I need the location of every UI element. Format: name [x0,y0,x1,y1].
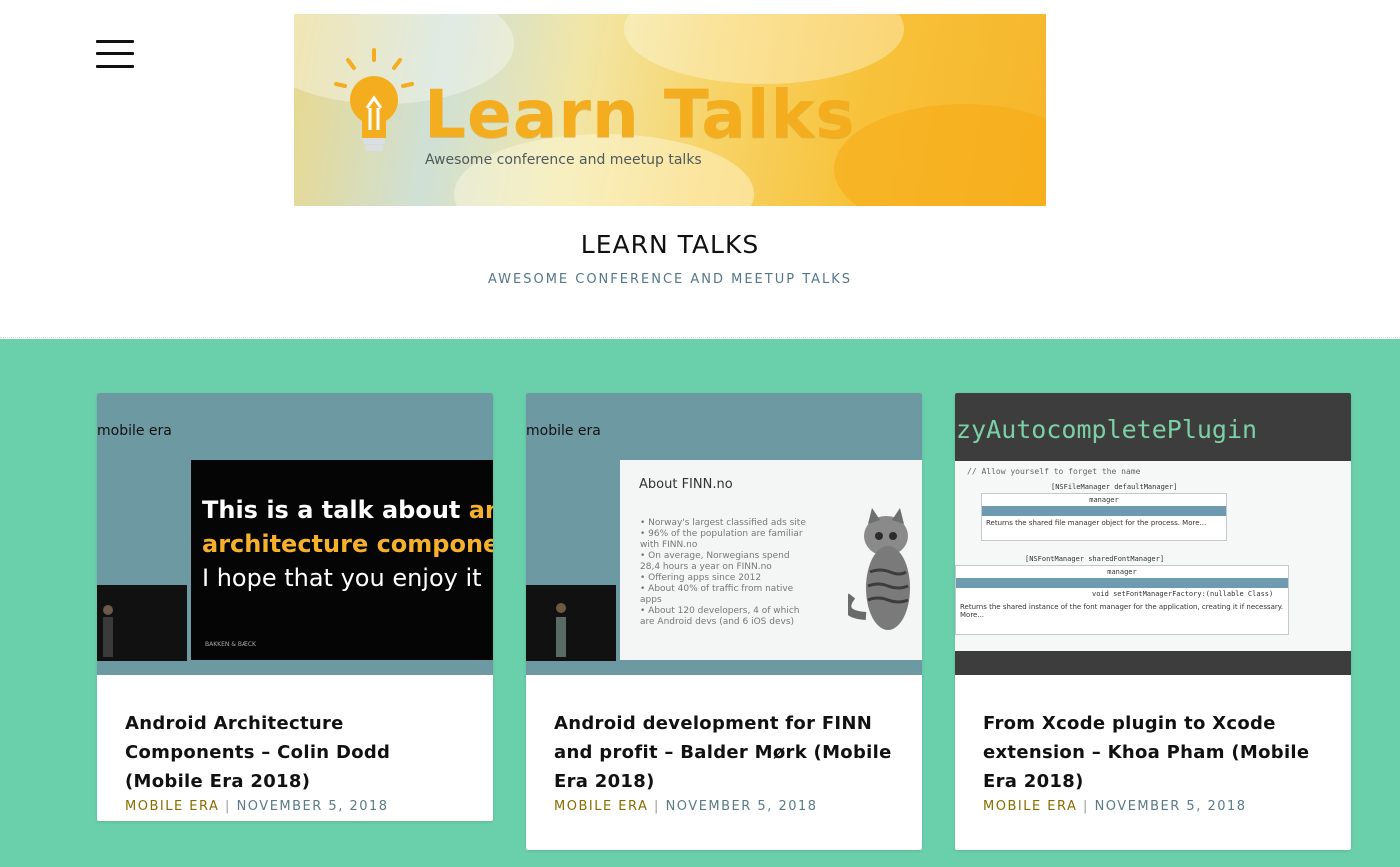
autocomplete-row: void setFontManagerFactory:(nullable Cla… [1092,590,1274,598]
slide-line-1: This is a talk about [202,496,469,524]
site-tagline: AWESOME CONFERENCE AND MEETUP TALKS [487,272,853,287]
meta-separator: | [1083,799,1089,814]
site-header: Learn Talks Awesome conference and meetu… [0,0,1400,338]
slide-bullet: • On average, Norwegians spend 28,4 hour… [640,551,790,572]
post-card-body: From Xcode plugin to Xcode extension – K… [955,675,1351,814]
banner-logo-text: Learn Talks [424,76,856,153]
autocomplete-description: Returns the shared instance of the font … [960,603,1284,619]
cat-image [848,508,910,630]
meta-separator: | [225,799,231,814]
post-card[interactable]: zzyAutocompletePlugin // Allow yourself … [955,393,1351,850]
post-meta: MOBILE ERA | NOVEMBER 5, 2018 [125,799,465,814]
post-category-link[interactable]: MOBILE ERA [983,799,1077,814]
autocomplete-header: manager [1089,496,1119,504]
banner-cloud [624,14,904,84]
code-comment: // Allow yourself to forget the name [967,467,1141,476]
speaker-body [103,617,113,657]
post-card-body: Android development for FINN and profit … [526,675,922,814]
post-category-link[interactable]: MOBILE ERA [554,799,648,814]
post-card[interactable]: mobile era About FINN.no • Norway's larg… [526,393,922,850]
post-thumbnail[interactable]: zzyAutocompletePlugin // Allow yourself … [955,393,1351,675]
meta-separator: | [654,799,660,814]
post-meta: MOBILE ERA | NOVEMBER 5, 2018 [983,799,1323,814]
header-banner[interactable]: Learn Talks Awesome conference and meetu… [294,14,1046,206]
menu-bar [96,52,134,55]
slide-footer: BAKKEN & BÆCK [205,641,256,648]
code-slide-title: zzyAutocompletePlugin [955,415,1258,444]
slide-image: This is a talk about andro architecture … [191,460,493,660]
menu-bar [96,65,134,68]
mobile-era-brand: mobile era [97,423,172,439]
mobile-era-brand: mobile era [526,423,601,439]
lightbulb-icon [334,48,414,151]
code-screenshot: // Allow yourself to forget the name [NS… [955,461,1351,651]
autocomplete-header: manager [1107,568,1137,576]
slide-image: About FINN.no • Norway's largest classif… [620,460,922,660]
slide-line-1-highlight: andro [468,496,493,524]
slide-bullet: • About 120 developers, 4 of which are A… [640,606,800,627]
autocomplete-selected-row [982,506,1226,516]
slide-line-3: I hope that you enjoy it [202,564,482,592]
slide-bullet: • About 40% of traffic from native apps [640,584,794,605]
menu-bar [96,40,134,43]
autocomplete-popup: manager void setFontManagerFactory:(null… [955,565,1289,635]
code-line: [NSFontManager sharedFontManager] [1025,555,1165,563]
post-title[interactable]: From Xcode plugin to Xcode extension – K… [983,709,1323,796]
post-thumbnail[interactable]: mobile era This is a talk about andro ar… [97,393,493,675]
autocomplete-popup: manager Returns the shared file manager … [981,493,1227,541]
banner-tagline: Awesome conference and meetup talks [425,152,702,168]
speaker-body [556,617,566,657]
autocomplete-description: Returns the shared file manager object f… [986,519,1207,527]
slide-title: About FINN.no [639,477,733,492]
slide-bullets: • Norway's largest classified ads site •… [640,518,810,628]
post-meta: MOBILE ERA | NOVEMBER 5, 2018 [554,799,894,814]
slide-line-2: architecture components [202,530,493,558]
speaker-stage-image [97,585,187,661]
post-date[interactable]: NOVEMBER 5, 2018 [237,799,389,814]
speaker-head [556,603,566,613]
site-title[interactable]: LEARN TALKS [0,230,1340,259]
banner-cloud [834,104,1046,206]
post-title[interactable]: Android development for FINN and profit … [554,709,894,796]
slide-bullet: • Offering apps since 2012 [640,573,762,583]
slide-bullet: • Norway's largest classified ads site [640,518,806,528]
post-grid: mobile era This is a talk about andro ar… [0,339,1400,867]
code-line: [NSFileManager defaultManager] [1051,483,1178,491]
post-thumbnail[interactable]: mobile era About FINN.no • Norway's larg… [526,393,922,675]
slide-bullet: • 96% of the population are familiar wit… [640,529,803,550]
post-card[interactable]: mobile era This is a talk about andro ar… [97,393,493,821]
post-category-link[interactable]: MOBILE ERA [125,799,219,814]
post-title[interactable]: Android Architecture Components – Colin … [125,709,465,796]
hamburger-menu-icon[interactable] [96,38,134,70]
post-card-body: Android Architecture Components – Colin … [97,675,493,814]
speaker-stage-image [526,585,616,661]
autocomplete-selected-row [956,578,1288,588]
post-date[interactable]: NOVEMBER 5, 2018 [666,799,818,814]
post-date[interactable]: NOVEMBER 5, 2018 [1095,799,1247,814]
speaker-head [103,605,113,615]
